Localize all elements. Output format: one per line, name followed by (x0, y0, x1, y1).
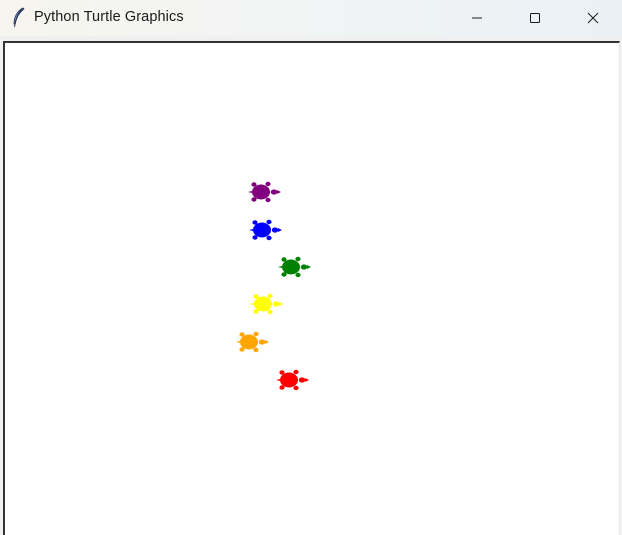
maximize-button[interactable] (506, 0, 564, 36)
turtle-window: Python Turtle Graphics (0, 0, 622, 535)
close-button[interactable] (564, 0, 622, 36)
turtle-orange (236, 331, 269, 353)
turtle-red (276, 369, 309, 391)
close-icon (587, 12, 599, 24)
minimize-icon (472, 17, 482, 19)
title-bar[interactable]: Python Turtle Graphics (0, 0, 622, 36)
feather-icon (13, 7, 25, 28)
turtle-yellow (250, 293, 283, 315)
maximize-icon (530, 13, 540, 23)
turtle-blue (249, 219, 282, 241)
turtle-green (278, 256, 311, 278)
turtle-canvas-frame (3, 41, 620, 535)
window-title: Python Turtle Graphics (34, 9, 184, 25)
turtle-purple (248, 181, 281, 203)
turtle-canvas[interactable] (5, 43, 619, 535)
minimize-button[interactable] (448, 0, 506, 36)
